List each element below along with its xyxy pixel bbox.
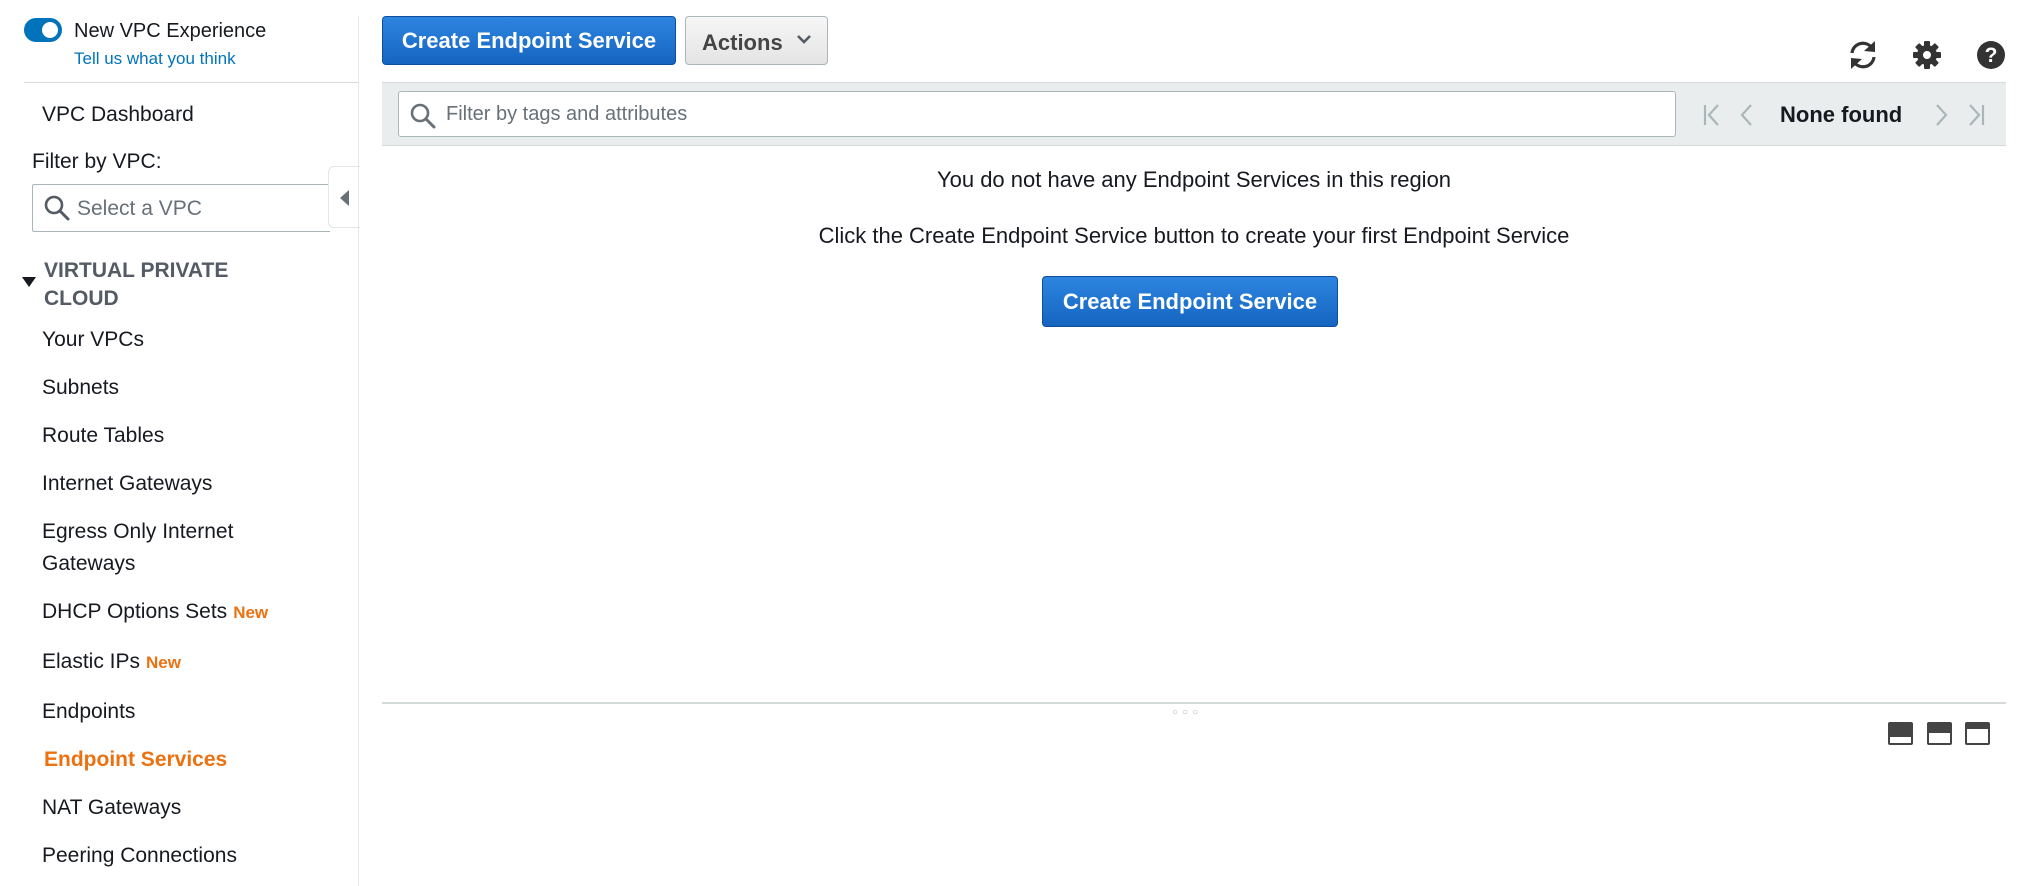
pane-splitter[interactable]: [382, 702, 2006, 704]
sidebar-item-egress-only-internet-gateways[interactable]: Egress Only Internet Gateways: [42, 516, 302, 580]
layout-top-pane-icon[interactable]: [1965, 722, 1990, 745]
sidebar-item-elastic-ips[interactable]: Elastic IPs New: [42, 646, 181, 679]
layout-fill: [1967, 724, 1988, 729]
sidebar-item-endpoints[interactable]: Endpoints: [42, 696, 135, 728]
new-badge: New: [146, 653, 181, 672]
empty-state-description: Click the Create Endpoint Service button…: [818, 223, 1570, 248]
refresh-icon[interactable]: [1846, 38, 1880, 77]
help-icon[interactable]: ?: [1976, 40, 2006, 75]
sidebar-item-your-vpcs[interactable]: Your VPCs: [42, 324, 144, 356]
sidebar-item-nat-gateways[interactable]: NAT Gateways: [42, 792, 181, 824]
vpc-dashboard-link[interactable]: VPC Dashboard: [42, 103, 194, 127]
pagination-status: None found: [1780, 102, 1903, 127]
layout-fill: [1890, 724, 1911, 737]
sidebar-item-dhcp-options-sets[interactable]: DHCP Options Sets New: [42, 596, 268, 629]
sidebar-item-peering-connections[interactable]: Peering Connections: [42, 840, 237, 872]
caret-down-icon: [22, 277, 36, 287]
filter-by-vpc-label: Filter by VPC:: [32, 150, 162, 173]
next-page-icon[interactable]: [1934, 103, 1950, 132]
new-badge: New: [233, 603, 269, 622]
actions-label: Actions: [702, 30, 783, 55]
caret-left-icon: [340, 190, 349, 206]
vpc-select-input[interactable]: Select a VPC: [32, 184, 330, 232]
feedback-link[interactable]: Tell us what you think: [74, 49, 236, 69]
settings-gear-icon[interactable]: [1912, 40, 1942, 75]
empty-state-create-endpoint-service-button[interactable]: Create Endpoint Service: [1042, 276, 1338, 327]
sidebar-item-label: DHCP Options Sets: [42, 600, 228, 623]
collapse-sidebar-button[interactable]: [328, 166, 360, 228]
filter-placeholder: Filter by tags and attributes: [446, 103, 688, 125]
create-endpoint-service-button[interactable]: Create Endpoint Service: [382, 16, 676, 65]
drag-handle-icon[interactable]: ○○○: [1172, 707, 1202, 718]
sidebar-border: [358, 16, 359, 886]
sidebar-item-internet-gateways[interactable]: Internet Gateways: [42, 468, 212, 500]
filter-toolbar: Filter by tags and attributes None found: [382, 82, 2006, 146]
search-icon: [43, 194, 71, 227]
chevron-down-icon: [796, 32, 812, 50]
section-title: VIRTUAL PRIVATE CLOUD: [44, 259, 229, 310]
sidebar-item-label: Elastic IPs: [42, 650, 141, 673]
first-page-icon[interactable]: [1702, 103, 1722, 132]
sidebar-nav: New VPC Experience Tell us what you thin…: [0, 0, 360, 886]
filter-search-input[interactable]: Filter by tags and attributes: [398, 91, 1676, 137]
previous-page-icon[interactable]: [1738, 103, 1754, 132]
sidebar-item-subnets[interactable]: Subnets: [42, 372, 119, 404]
sidebar-divider: [24, 82, 358, 83]
new-vpc-experience-label: New VPC Experience: [74, 20, 267, 42]
actions-dropdown-button[interactable]: Actions: [685, 16, 828, 65]
empty-state-title: You do not have any Endpoint Services in…: [936, 167, 1452, 192]
layout-bottom-pane-icon[interactable]: [1888, 722, 1913, 745]
layout-fill: [1929, 724, 1950, 733]
svg-text:?: ?: [1985, 44, 1998, 67]
search-icon: [409, 102, 437, 135]
last-page-icon[interactable]: [1966, 103, 1986, 132]
sidebar-item-route-tables[interactable]: Route Tables: [42, 420, 164, 452]
vpc-select-placeholder: Select a VPC: [77, 197, 202, 220]
sidebar-item-endpoint-services[interactable]: Endpoint Services: [44, 744, 227, 776]
new-vpc-experience-toggle[interactable]: [24, 18, 62, 42]
layout-split-pane-icon[interactable]: [1927, 722, 1952, 745]
